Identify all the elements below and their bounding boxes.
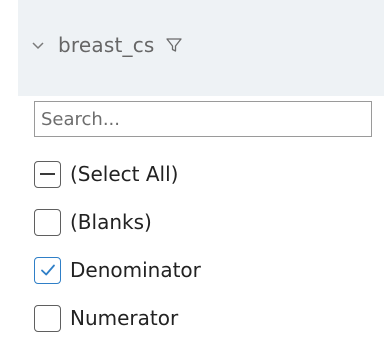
- list-item-numerator[interactable]: Numerator: [34, 294, 201, 342]
- indeterminate-checkbox[interactable]: [34, 160, 61, 188]
- checkbox[interactable]: [34, 304, 61, 332]
- list-item-blanks[interactable]: (Blanks): [34, 198, 201, 246]
- checkbox[interactable]: [34, 208, 61, 236]
- item-label: Denominator: [70, 258, 201, 282]
- item-label: (Select All): [70, 162, 179, 186]
- minus-icon: [40, 173, 55, 175]
- list-item-denominator[interactable]: Denominator: [34, 246, 201, 294]
- list-item-select-all[interactable]: (Select All): [34, 150, 201, 198]
- search-input[interactable]: [34, 101, 372, 137]
- field-name: breast_cs: [58, 33, 155, 57]
- item-label: (Blanks): [70, 210, 152, 234]
- checked-checkbox[interactable]: [34, 256, 61, 284]
- filter-header[interactable]: breast_cs: [18, 0, 384, 96]
- item-label: Numerator: [70, 306, 179, 330]
- filter-value-list: (Select All) (Blanks) Denominator Numera…: [34, 150, 201, 342]
- chevron-down-icon[interactable]: [30, 37, 46, 53]
- filter-icon[interactable]: [165, 36, 183, 54]
- checkmark-icon: [40, 264, 55, 276]
- filter-dropdown-panel: breast_cs (Select All) (Blanks) Denomina: [0, 0, 384, 344]
